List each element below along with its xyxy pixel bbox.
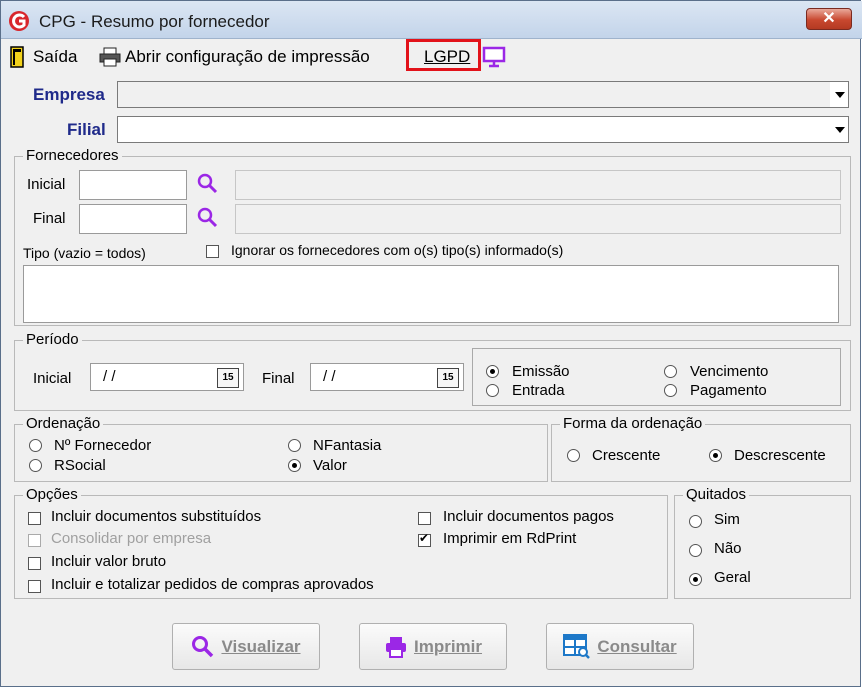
fornecedor-initial-label: Inicial bbox=[27, 176, 66, 193]
fornecedor-final-input[interactable] bbox=[79, 204, 187, 234]
fornecedor-initial-input[interactable] bbox=[79, 170, 187, 200]
filial-label: Filial bbox=[67, 120, 106, 139]
periodo-initial-label: Inicial bbox=[33, 370, 72, 387]
radio-entrada-label: Entrada bbox=[512, 382, 565, 399]
radio-entrada[interactable] bbox=[486, 384, 499, 397]
radio-sim-label: Sim bbox=[714, 511, 740, 528]
radio-emissao-label: Emissão bbox=[512, 363, 570, 380]
window: CPG - Resumo por fornecedor ✕ Saída Abri… bbox=[0, 0, 862, 687]
checkbox-documentos-pagos-label: Incluir documentos pagos bbox=[443, 508, 614, 525]
app-logo-icon bbox=[9, 11, 29, 31]
checkbox-consolidar-empresa bbox=[28, 534, 41, 547]
exit-button[interactable]: Saída bbox=[9, 45, 77, 69]
monitor-icon[interactable] bbox=[482, 46, 506, 68]
quitados-legend: Quitados bbox=[683, 486, 750, 503]
radio-vencimento[interactable] bbox=[664, 365, 677, 378]
visualizar-label: Visualizar bbox=[221, 636, 301, 656]
radio-nr-fornecedor-label: Nº Fornecedor bbox=[54, 437, 152, 454]
radio-valor[interactable] bbox=[288, 459, 301, 472]
close-icon: ✕ bbox=[822, 10, 836, 27]
opcoes-legend: Opções bbox=[23, 486, 81, 503]
imprimir-label: Imprimir bbox=[413, 636, 483, 656]
printer-icon bbox=[99, 47, 121, 67]
chevron-down-icon[interactable] bbox=[830, 82, 848, 107]
tipo-textarea[interactable] bbox=[23, 265, 839, 323]
window-title: CPG - Resumo por fornecedor bbox=[39, 12, 270, 31]
radio-valor-label: Valor bbox=[313, 457, 347, 474]
radio-descrescente[interactable] bbox=[709, 449, 722, 462]
search-icon[interactable] bbox=[196, 172, 220, 196]
radio-rsocial[interactable] bbox=[29, 459, 42, 472]
periodo-initial-date[interactable]: / / 15 bbox=[90, 363, 244, 391]
checkbox-consolidar-empresa-label: Consolidar por empresa bbox=[51, 530, 212, 547]
close-button[interactable]: ✕ bbox=[806, 8, 852, 30]
tipo-label: Tipo (vazio = todos) bbox=[23, 245, 146, 261]
radio-pagamento[interactable] bbox=[664, 384, 677, 397]
checkbox-valor-bruto[interactable] bbox=[28, 557, 41, 570]
periodo-final-date[interactable]: / / 15 bbox=[310, 363, 464, 391]
fornecedor-final-label: Final bbox=[33, 210, 66, 227]
consultar-label: Consultar bbox=[597, 636, 677, 656]
radio-sim[interactable] bbox=[689, 515, 702, 528]
ordenacao-legend: Ordenação bbox=[23, 415, 104, 432]
table-search-icon bbox=[563, 633, 591, 659]
title-bar: CPG - Resumo por fornecedor ✕ bbox=[1, 1, 862, 39]
filial-select[interactable] bbox=[117, 116, 849, 143]
ignore-tipo-checkbox[interactable] bbox=[206, 245, 219, 258]
exit-door-icon bbox=[10, 46, 24, 68]
checkbox-pedidos-compras[interactable] bbox=[28, 580, 41, 593]
forma-ordenacao-legend: Forma da ordenação bbox=[560, 415, 706, 432]
chevron-down-icon[interactable] bbox=[830, 117, 848, 142]
radio-nfantasia[interactable] bbox=[288, 439, 301, 452]
periodo-legend: Período bbox=[23, 331, 82, 348]
consultar-button[interactable]: Consultar bbox=[546, 623, 694, 670]
empresa-label: Empresa bbox=[33, 85, 105, 104]
radio-crescente-label: Crescente bbox=[592, 447, 661, 464]
calendar-icon[interactable]: 15 bbox=[217, 368, 239, 388]
periodo-initial-value: / / bbox=[103, 368, 116, 385]
periodo-final-label: Final bbox=[262, 370, 295, 387]
search-icon[interactable] bbox=[196, 206, 220, 230]
fornecedores-legend: Fornecedores bbox=[23, 147, 122, 164]
fornecedor-final-name bbox=[235, 204, 841, 234]
radio-crescente[interactable] bbox=[567, 449, 580, 462]
checkbox-incluir-substituidos-label: Incluir documentos substituídos bbox=[51, 508, 262, 525]
checkbox-incluir-substituidos[interactable] bbox=[28, 512, 41, 525]
radio-geral[interactable] bbox=[689, 573, 702, 586]
printer-icon bbox=[385, 636, 406, 658]
radio-nao[interactable] bbox=[689, 544, 702, 557]
radio-nr-fornecedor[interactable] bbox=[29, 439, 42, 452]
checkbox-rdprint[interactable] bbox=[418, 531, 431, 547]
checkbox-documentos-pagos[interactable] bbox=[418, 512, 431, 525]
lgpd-highlight-box bbox=[406, 39, 481, 71]
print-config-label: Abrir configuração de impressão bbox=[125, 47, 370, 66]
fornecedor-initial-name bbox=[235, 170, 841, 200]
print-config-button[interactable]: Abrir configuração de impressão bbox=[99, 45, 370, 69]
empresa-select[interactable] bbox=[117, 81, 849, 108]
radio-geral-label: Geral bbox=[714, 569, 751, 586]
calendar-icon[interactable]: 15 bbox=[437, 368, 459, 388]
radio-pagamento-label: Pagamento bbox=[690, 382, 767, 399]
exit-label: Saída bbox=[33, 47, 78, 66]
radio-nfantasia-label: NFantasia bbox=[313, 437, 382, 454]
checkbox-rdprint-label: Imprimir em RdPrint bbox=[443, 530, 577, 547]
radio-nao-label: Não bbox=[714, 540, 742, 557]
radio-rsocial-label: RSocial bbox=[54, 457, 106, 474]
ignore-tipo-label: Ignorar os fornecedores com o(s) tipo(s)… bbox=[231, 242, 564, 258]
visualizar-button[interactable]: Visualizar bbox=[172, 623, 320, 670]
periodo-final-value: / / bbox=[323, 368, 336, 385]
checkbox-valor-bruto-label: Incluir valor bruto bbox=[51, 553, 167, 570]
radio-emissao[interactable] bbox=[486, 365, 499, 378]
imprimir-button[interactable]: Imprimir bbox=[359, 623, 507, 670]
magnifier-icon bbox=[192, 635, 214, 657]
checkbox-pedidos-compras-label: Incluir e totalizar pedidos de compras a… bbox=[51, 576, 374, 593]
radio-descrescente-label: Descrescente bbox=[734, 447, 826, 464]
radio-vencimento-label: Vencimento bbox=[690, 363, 769, 380]
